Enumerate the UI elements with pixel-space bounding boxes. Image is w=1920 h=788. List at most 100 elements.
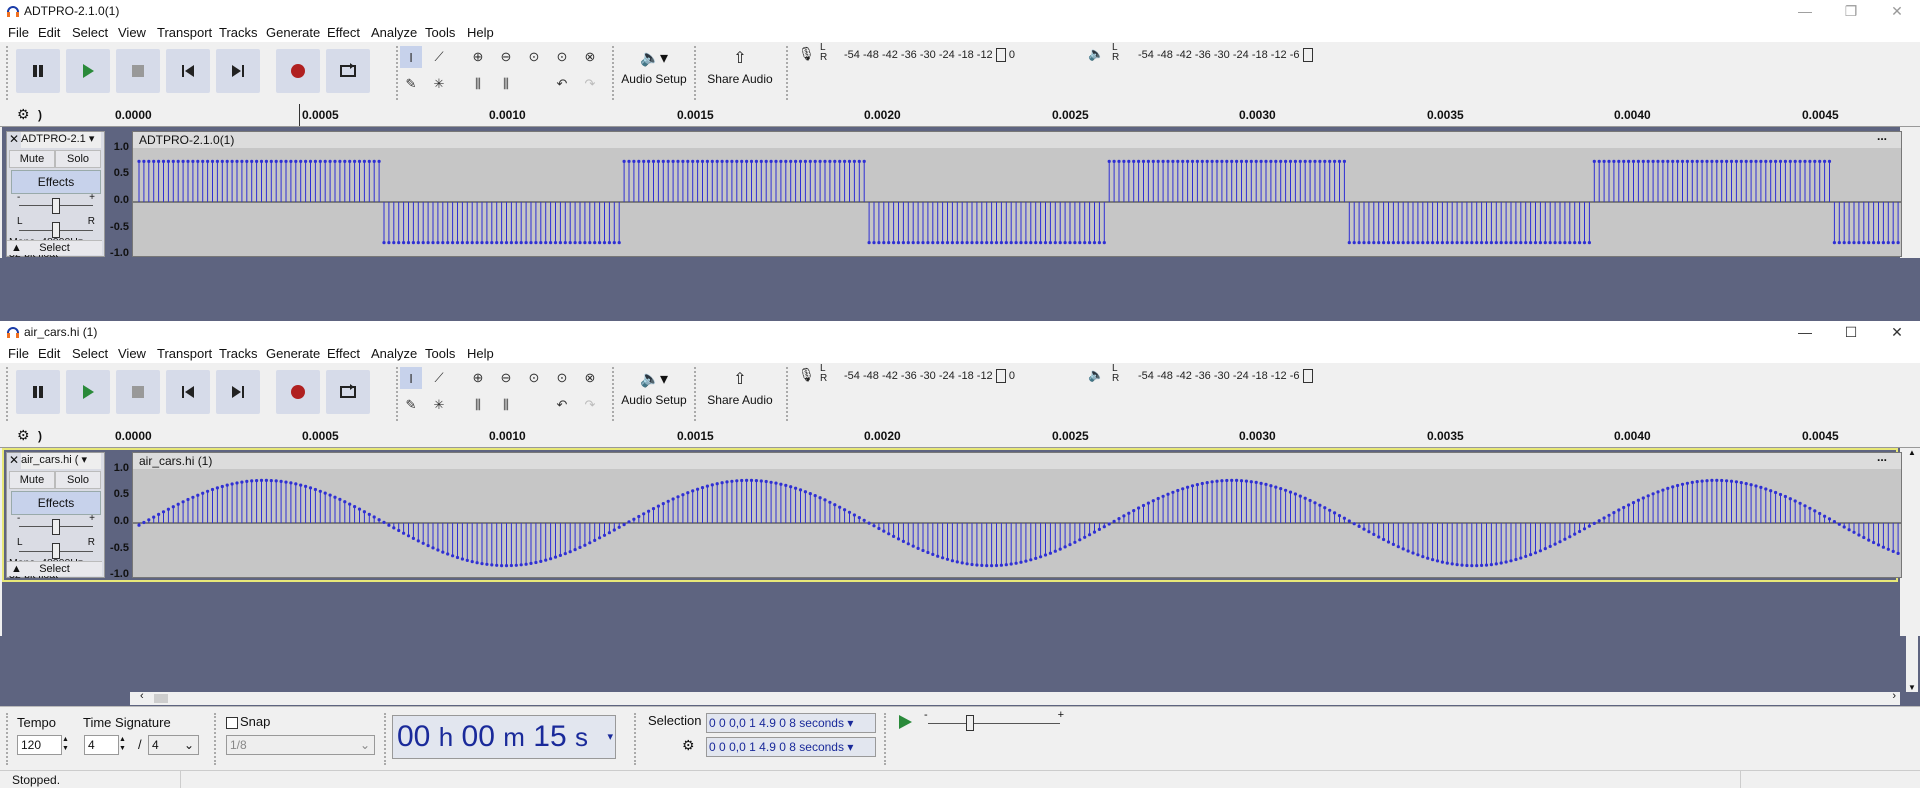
menu-transport[interactable]: Transport — [157, 25, 212, 40]
toolbar-grip[interactable] — [634, 713, 640, 765]
select-track-button[interactable]: ▲ Select — [7, 240, 102, 255]
zoom-in-button[interactable]: ⊕ — [467, 367, 489, 389]
scroll-down-icon[interactable]: ▼ — [1908, 683, 1916, 692]
play-speed-slider[interactable]: - + — [924, 709, 1064, 733]
loop-button[interactable] — [326, 49, 370, 93]
close-track-icon[interactable]: ✕ — [9, 453, 19, 467]
effects-button[interactable]: Effects — [11, 491, 101, 515]
meter-slider[interactable] — [1302, 48, 1313, 62]
solo-button[interactable]: Solo — [55, 150, 101, 168]
timesig-spinner[interactable]: ▲ ▼ — [119, 735, 126, 753]
gain-slider[interactable]: - + — [15, 192, 97, 214]
menu-edit[interactable]: Edit — [38, 25, 60, 40]
zoom-out-button[interactable]: ⊖ — [495, 367, 517, 389]
mute-button[interactable]: Mute — [9, 150, 55, 168]
scroll-up-icon[interactable]: ▲ — [1908, 448, 1916, 457]
menu-analyze[interactable]: Analyze — [371, 346, 417, 361]
undo-button[interactable]: ↶ — [551, 394, 573, 416]
undo-button[interactable]: ↶ — [551, 73, 573, 95]
draw-tool-button[interactable]: ✎ — [400, 394, 422, 416]
skip-end-button[interactable] — [216, 370, 260, 414]
solo-button[interactable]: Solo — [55, 471, 101, 489]
effects-button[interactable]: Effects — [11, 170, 101, 194]
pan-slider[interactable]: L R — [15, 537, 97, 559]
gain-slider[interactable]: - + — [15, 513, 97, 535]
menu-tools[interactable]: Tools — [425, 25, 455, 40]
meter-slider[interactable] — [995, 48, 1006, 62]
share-audio-button[interactable]: ⇧ Share Audio — [702, 46, 778, 96]
play-at-speed-icon[interactable] — [896, 713, 914, 731]
scroll-right-icon[interactable]: › — [1892, 690, 1896, 702]
audio-setup-button[interactable]: 🔈▾ Audio Setup — [618, 367, 690, 417]
close-button[interactable]: ✕ — [1874, 321, 1920, 343]
restore-button[interactable]: ❐ — [1828, 0, 1874, 22]
track-name-button[interactable]: air_cars.hi ( ▾ — [21, 453, 101, 469]
selection-tool-button[interactable]: Ι — [400, 367, 422, 389]
play-button[interactable] — [66, 49, 110, 93]
envelope-tool-button[interactable]: ⟋ — [428, 367, 450, 389]
toolbar-grip[interactable] — [6, 46, 12, 100]
minimize-button[interactable]: — — [1782, 0, 1828, 22]
play-speed-thumb[interactable] — [966, 715, 974, 731]
gain-thumb[interactable] — [52, 519, 60, 535]
playback-meter[interactable]: 🔈 LR -54 -48 -42 -36 -30 -24 -18 -12 -6 — [1088, 364, 1368, 384]
meter-slider[interactable] — [1302, 369, 1313, 383]
audio-setup-button[interactable]: 🔈▾ Audio Setup — [618, 46, 690, 96]
meter-slider[interactable] — [995, 369, 1006, 383]
playback-meter[interactable]: 🔈 LR -54 -48 -42 -36 -30 -24 -18 -12 -6 — [1088, 43, 1368, 63]
clip-title[interactable]: air_cars.hi (1)... — [133, 450, 1901, 469]
time-display[interactable]: 00 h 00 m 15 s ▾ — [392, 715, 616, 759]
fit-selection-button[interactable]: ⊙ — [523, 46, 545, 68]
timeline-ruler[interactable]: ⚙ ) 0.0000 0.0005 0.0010 0.0015 0.0020 0… — [0, 425, 1920, 448]
menu-effect[interactable]: Effect — [327, 346, 360, 361]
close-track-icon[interactable]: ✕ — [9, 132, 19, 146]
skip-start-button[interactable] — [166, 49, 210, 93]
menu-transport[interactable]: Transport — [157, 346, 212, 361]
zoom-in-button[interactable]: ⊕ — [467, 46, 489, 68]
menu-tools[interactable]: Tools — [425, 346, 455, 361]
loop-button[interactable] — [326, 370, 370, 414]
pan-slider[interactable]: L R — [15, 216, 97, 238]
zoom-toggle-button[interactable]: ⊗ — [579, 367, 601, 389]
redo-button[interactable]: ↷ — [579, 73, 601, 95]
clip-title[interactable]: ADTPRO-2.1.0(1)... — [133, 129, 1901, 148]
toolbar-grip[interactable] — [214, 713, 220, 765]
menu-file[interactable]: File — [8, 346, 29, 361]
stop-button[interactable] — [116, 49, 160, 93]
fit-project-button[interactable]: ⊙ — [551, 367, 573, 389]
timeline-ruler[interactable]: ⚙ ) 0.0000 0.0005 0.0010 0.0015 0.0020 0… — [0, 104, 1920, 127]
minimize-button[interactable]: — — [1782, 321, 1828, 343]
silence-button[interactable]: ⫼ — [495, 394, 517, 416]
play-button[interactable] — [66, 370, 110, 414]
skip-start-button[interactable] — [166, 370, 210, 414]
record-button[interactable] — [276, 370, 320, 414]
menu-edit[interactable]: Edit — [38, 346, 60, 361]
toolbar-grip[interactable] — [6, 713, 12, 765]
menu-tracks[interactable]: Tracks — [219, 346, 258, 361]
menu-help[interactable]: Help — [467, 346, 494, 361]
toolbar-grip[interactable] — [884, 713, 890, 765]
fit-project-button[interactable]: ⊙ — [551, 46, 573, 68]
zoom-out-button[interactable]: ⊖ — [495, 46, 517, 68]
snap-checkbox[interactable] — [226, 717, 238, 729]
trim-button[interactable]: ⫼ — [467, 394, 489, 416]
clip-menu-button[interactable]: ... — [1877, 449, 1887, 465]
scroll-thumb[interactable] — [154, 694, 168, 703]
record-button[interactable] — [276, 49, 320, 93]
vertical-scale[interactable]: 1.0 0.5 0.0 -0.5 -1.0 — [103, 462, 131, 580]
mute-button[interactable]: Mute — [9, 471, 55, 489]
menu-tracks[interactable]: Tracks — [219, 25, 258, 40]
waveform-clip[interactable]: air_cars.hi (1)... — [132, 450, 1902, 578]
track-name-button[interactable]: ADTPRO-2.1 ▾ — [21, 132, 101, 148]
gain-thumb[interactable] — [52, 198, 60, 214]
record-meter[interactable]: 🎙 LR -54 -48 -42 -36 -30 -24 -18 -12 0 — [798, 364, 1062, 384]
envelope-tool-button[interactable]: ⟋ — [428, 46, 450, 68]
toolbar-grip[interactable] — [384, 713, 390, 765]
share-audio-button[interactable]: ⇧ Share Audio — [702, 367, 778, 417]
horizontal-scrollbar[interactable]: ‹ › — [130, 690, 1900, 705]
close-button[interactable]: ✕ — [1874, 0, 1920, 22]
fit-selection-button[interactable]: ⊙ — [523, 367, 545, 389]
vertical-scale[interactable]: 1.0 0.5 0.0 -0.5 -1.0 — [103, 141, 131, 259]
selection-tool-button[interactable]: Ι — [400, 46, 422, 68]
draw-tool-button[interactable]: ✎ — [400, 73, 422, 95]
